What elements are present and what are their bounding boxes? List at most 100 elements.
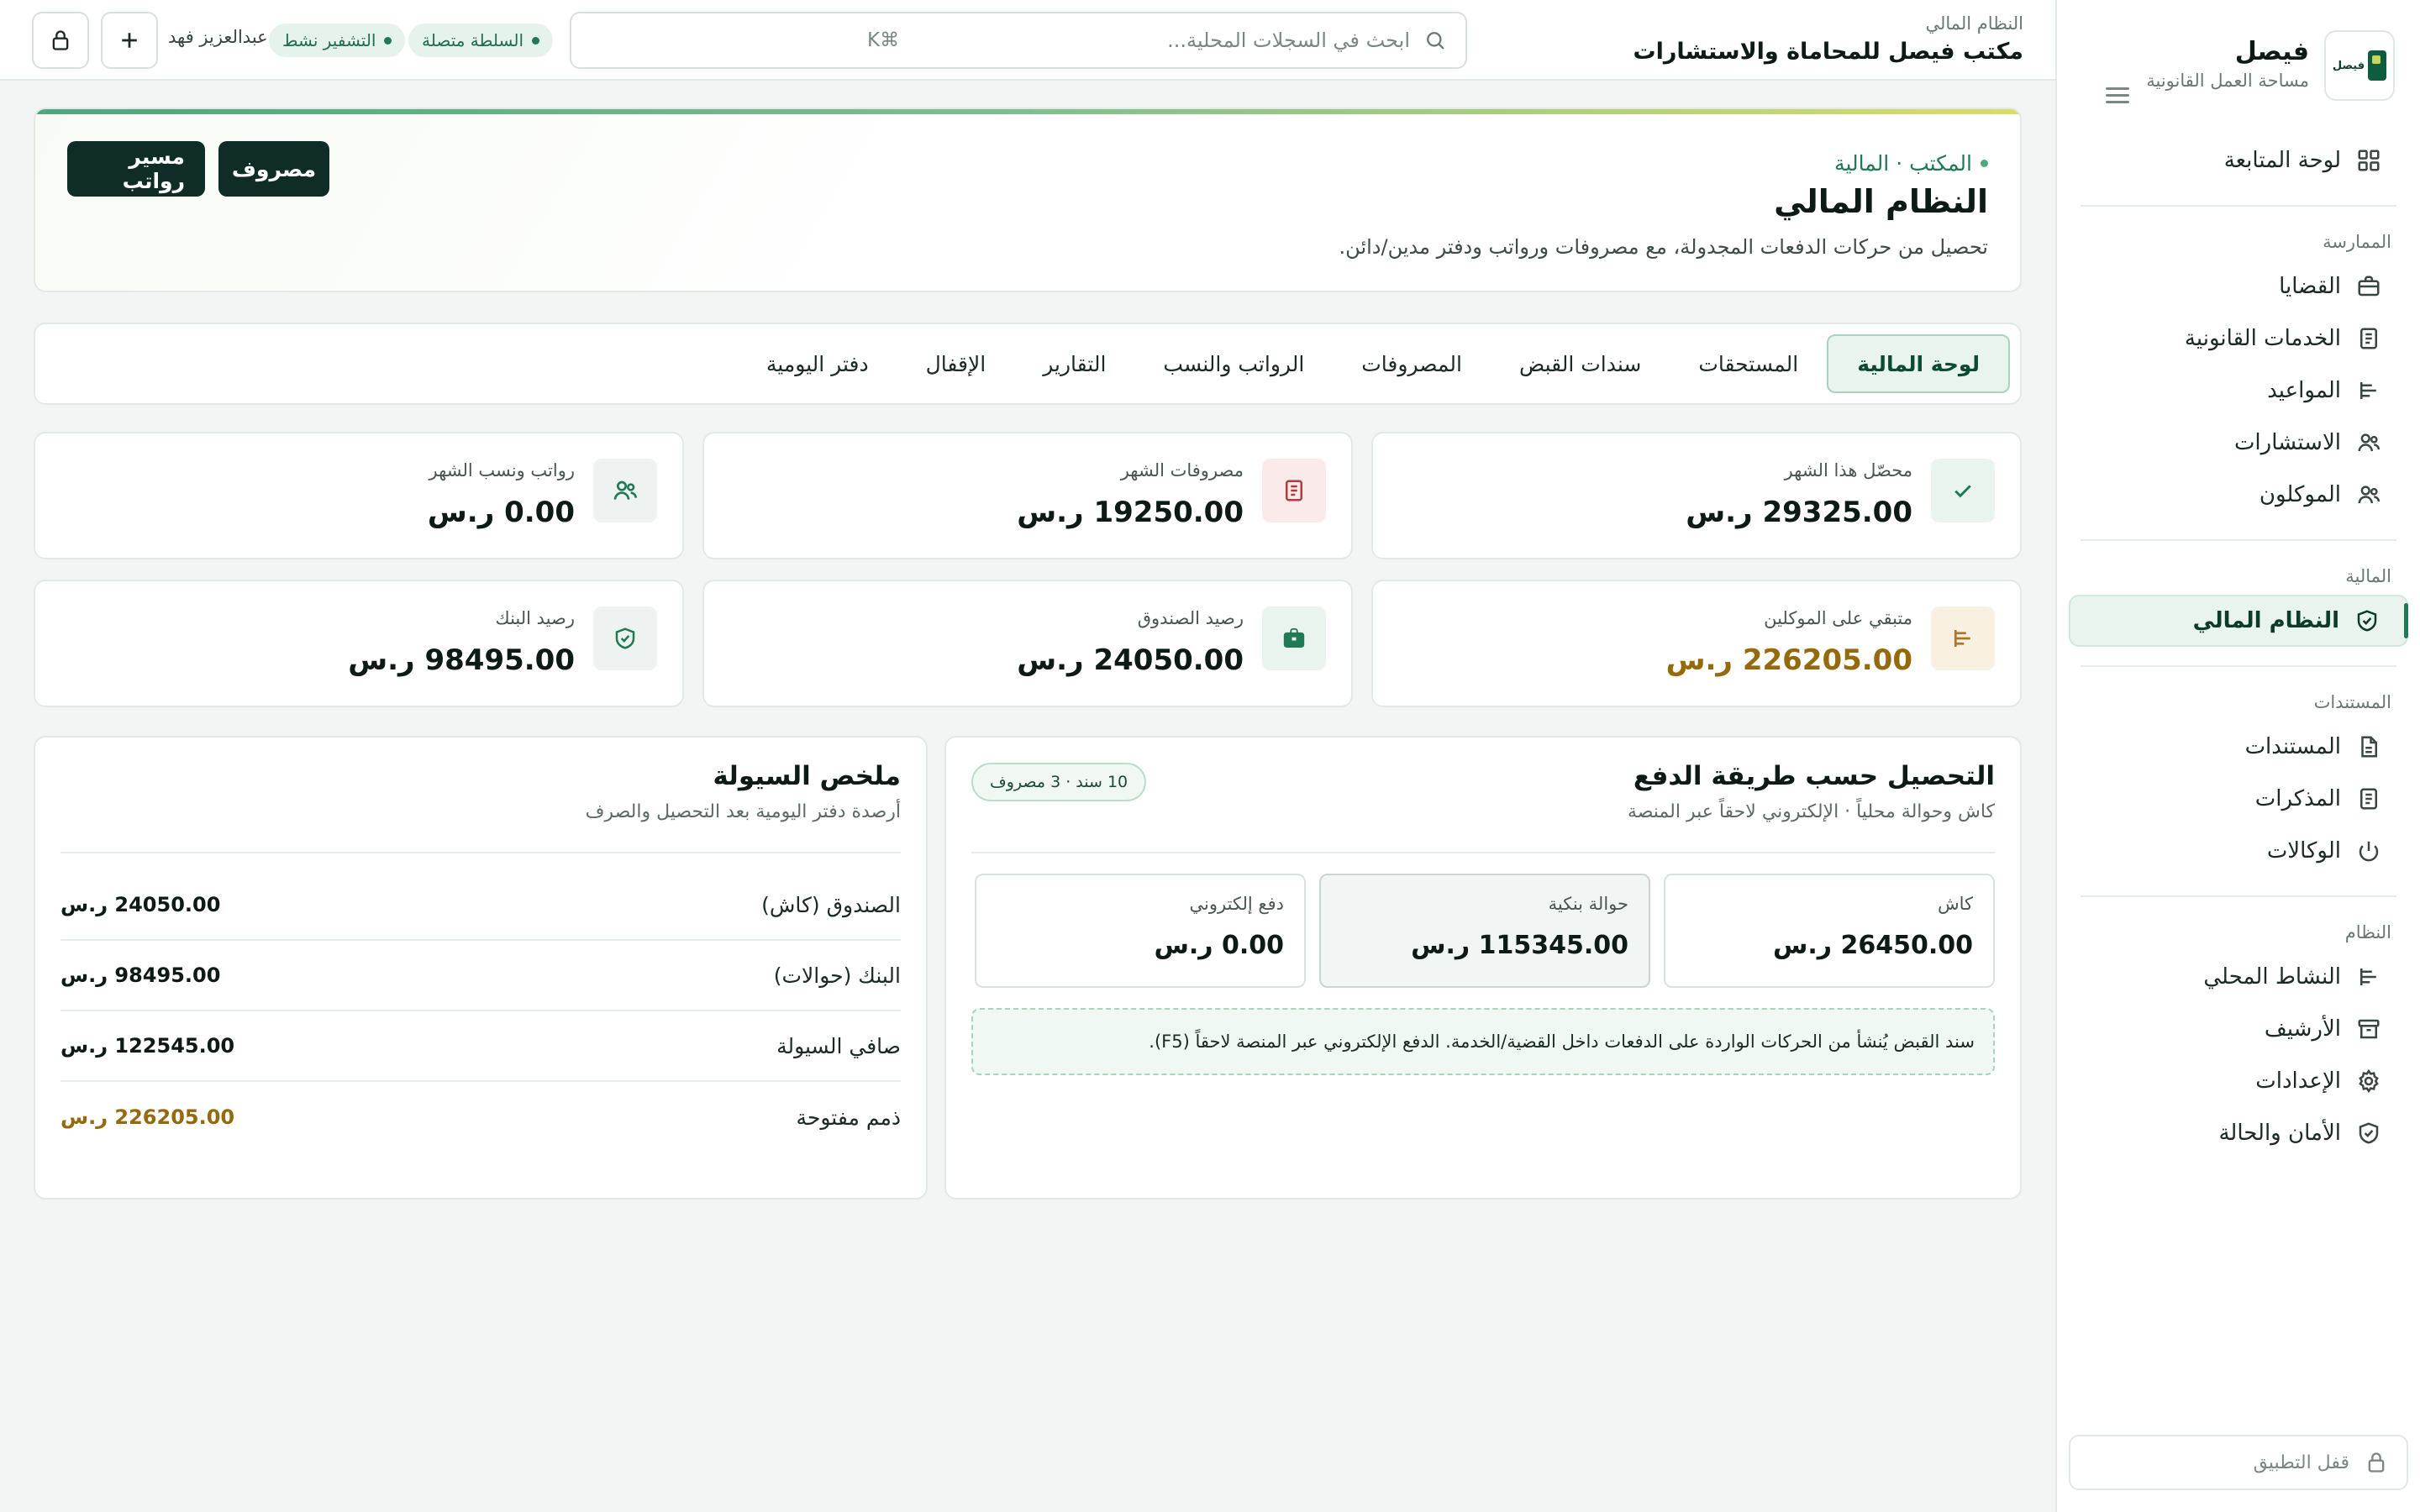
nav-divider [2081, 895, 2396, 897]
sidebar-item-local-activity[interactable]: النشاط المحلي [2069, 951, 2408, 1003]
timeline-icon [2356, 378, 2381, 403]
method-value: 115345.00 ر.س [1411, 931, 1628, 960]
sidebar-nav: لوحة المتابعة الممارسة القضايا الخدمات ا… [2057, 134, 2420, 1159]
tab-receivables[interactable]: المستحقات [1670, 334, 1827, 393]
sidebar-item-cases[interactable]: القضايا [2069, 260, 2408, 312]
shield-check-icon [2356, 1121, 2381, 1146]
sidebar-item-label: الخدمات القانونية [2184, 326, 2341, 351]
sidebar-item-memos[interactable]: المذكرات [2069, 773, 2408, 825]
method-label: حوالة بنكية [1548, 894, 1628, 914]
sidebar-item-label: الاستشارات [2233, 430, 2341, 455]
stat-card-collected: محصّل هذا الشهر 29325.00 ر.س [1371, 432, 2022, 559]
stat-card-remaining-clients: متبقي على الموكلين 226205.00 ر.س [1371, 580, 2022, 707]
briefcase-icon [1262, 606, 1326, 670]
search-input[interactable] [913, 29, 1410, 52]
page-header: المكتب · المالية النظام المالي تحصيل من … [34, 108, 2022, 292]
sidebar-item-label: لوحة المتابعة [2223, 148, 2341, 173]
stat-value: 19250.00 ر.س [1017, 496, 1244, 529]
search-icon [1423, 29, 1447, 52]
sidebar-item-appointments[interactable]: المواعيد [2069, 365, 2408, 417]
page-description: تحصيل من حركات الدفعات المجدولة، مع مصرو… [1339, 235, 1988, 259]
add-expense-button[interactable]: مصروف [218, 141, 329, 197]
lock-app-label: قفل التطبيق [2253, 1452, 2349, 1473]
shield-check-icon [2354, 608, 2380, 633]
briefcase-icon [2356, 274, 2381, 299]
row-value: 122545.00 ر.س [60, 1034, 235, 1058]
check-icon [1931, 459, 1995, 522]
stat-label: محصّل هذا الشهر [1784, 460, 1912, 480]
document-icon [2356, 326, 2381, 351]
sidebar-item-consultations[interactable]: الاستشارات [2069, 417, 2408, 469]
method-card-bank-transfer[interactable]: حوالة بنكية 115345.00 ر.س [1319, 874, 1650, 988]
sidebar-item-financial-system[interactable]: النظام المالي [2069, 595, 2408, 647]
file-icon [2356, 734, 2381, 759]
tab-salaries[interactable]: الرواتب والنسب [1134, 334, 1333, 393]
info-note: سند القبض يُنشأ من الحركات الواردة على ا… [971, 1008, 1995, 1075]
sidebar-item-settings[interactable]: الإعدادات [2069, 1055, 2408, 1107]
stat-value: 98495.00 ر.س [348, 643, 575, 677]
lock-button[interactable] [32, 12, 89, 69]
tab-receipts[interactable]: سندات القبض [1491, 334, 1670, 393]
add-button[interactable] [101, 12, 158, 69]
sidebar-item-dashboard[interactable]: لوحة المتابعة [2069, 134, 2408, 186]
method-label: دفع إلكتروني [1189, 894, 1285, 914]
status-dot [384, 36, 392, 45]
document-icon [2356, 786, 2381, 811]
sidebar-item-legal-services[interactable]: الخدمات القانونية [2069, 312, 2408, 365]
row-label: ذمم مفتوحة [796, 1105, 901, 1130]
stat-card-salaries: رواتب ونسب الشهر 0.00 ر.س [34, 432, 684, 559]
brand-subtitle: مساحة العمل القانونية [2146, 71, 2309, 91]
logo-text: فيصل [2332, 59, 2365, 72]
logo-mark-icon [2368, 50, 2387, 81]
shield-check-icon [593, 606, 657, 670]
payroll-button[interactable]: مسير رواتب [67, 141, 205, 197]
status-badge-encryption: التشفير نشط [269, 24, 406, 57]
brand-name: فيصل [2234, 37, 2309, 66]
list-item: صافي السيولة 122545.00 ر.س [60, 1011, 901, 1082]
sidebar-item-label: النشاط المحلي [2203, 964, 2341, 990]
method-card-cash[interactable]: كاش 26450.00 ر.س [1664, 874, 1995, 988]
plus-icon [117, 28, 142, 53]
lock-icon [49, 29, 72, 52]
brand-logo[interactable]: فيصل [2324, 30, 2395, 101]
nav-section-documents: المستندات [2313, 692, 2391, 712]
sidebar-item-security-status[interactable]: الأمان والحالة [2069, 1107, 2408, 1159]
tab-reports[interactable]: التقارير [1014, 334, 1134, 393]
search-shortcut: ⌘K [867, 29, 900, 51]
sidebar-item-label: الأمان والحالة [2218, 1121, 2341, 1146]
sidebar-item-label: الإعدادات [2255, 1068, 2341, 1094]
users-icon [2356, 482, 2381, 507]
sidebar-item-archive[interactable]: الأرشيف [2069, 1003, 2408, 1055]
nav-divider [2081, 539, 2396, 541]
sidebar-item-label: المذكرات [2254, 786, 2341, 811]
topbar: النظام المالي مكتب فيصل للمحاماة والاستش… [0, 0, 2055, 81]
tab-journal[interactable]: دفتر اليومية [738, 334, 897, 393]
stat-label: رصيد الصندوق [1137, 608, 1244, 628]
sidebar-item-documents[interactable]: المستندات [2069, 721, 2408, 773]
search-box[interactable]: ⌘K [570, 12, 1467, 69]
panel-title: التحصيل حسب طريقة الدفع [1633, 761, 1995, 791]
tab-expenses[interactable]: المصروفات [1333, 334, 1491, 393]
status-badge-authority: السلطة متصلة [408, 24, 554, 57]
lock-app-button[interactable]: قفل التطبيق [2069, 1435, 2408, 1490]
nav-section-finance: المالية [2345, 566, 2391, 586]
list-item: ذمم مفتوحة 226205.00 ر.س [60, 1082, 901, 1152]
status-label: السلطة متصلة [422, 30, 524, 50]
sidebar-item-power-of-attorney[interactable]: الوكالات [2069, 825, 2408, 877]
sidebar-item-clients[interactable]: الموكلون [2069, 469, 2408, 521]
status-dot [532, 36, 540, 45]
power-icon [2356, 838, 2381, 864]
sidebar-item-label: النظام المالي [2192, 608, 2339, 633]
lock-icon [2365, 1451, 2388, 1474]
stat-card-cash-balance: رصيد الصندوق 24050.00 ر.س [702, 580, 1353, 707]
method-card-electronic[interactable]: دفع إلكتروني 0.00 ر.س [975, 874, 1306, 988]
gear-icon [2356, 1068, 2381, 1094]
hamburger-menu-icon[interactable] [2106, 87, 2129, 104]
breadcrumb: المكتب · المالية [1834, 151, 1988, 176]
tab-finance-dashboard[interactable]: لوحة المالية [1827, 334, 2010, 393]
panel-subtitle: أرصدة دفتر اليومية بعد التحصيل والصرف [585, 801, 901, 822]
grid-icon [2356, 148, 2381, 173]
finance-tabs: لوحة المالية المستحقات سندات القبض المصر… [34, 323, 2022, 405]
tab-closing[interactable]: الإقفال [897, 334, 1015, 393]
users-icon [2356, 430, 2381, 455]
